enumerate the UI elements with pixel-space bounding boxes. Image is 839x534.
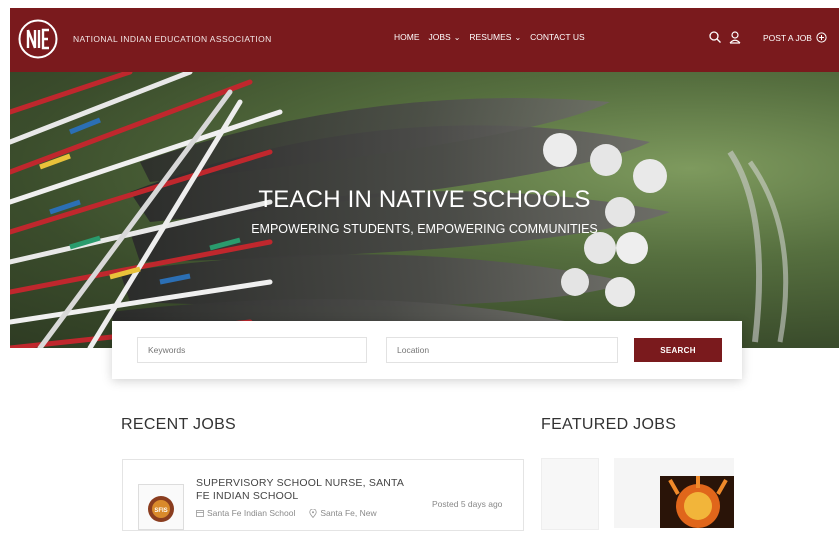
niea-logo-icon[interactable] bbox=[18, 19, 58, 59]
org-name[interactable]: NATIONAL INDIAN EDUCATION ASSOCIATION bbox=[73, 34, 272, 44]
hero-subtitle: EMPOWERING STUDENTS, EMPOWERING COMMUNIT… bbox=[251, 222, 598, 236]
nav-label: RESUMES bbox=[469, 32, 512, 42]
user-icon[interactable] bbox=[728, 30, 742, 44]
nav-label: JOBS bbox=[428, 32, 451, 42]
keywords-input[interactable] bbox=[137, 337, 367, 363]
search-button[interactable]: SEARCH bbox=[634, 338, 722, 362]
featured-jobs-title: FEATURED JOBS bbox=[541, 416, 677, 433]
job-title[interactable]: SUPERVISORY SCHOOL NURSE, SANTA FE INDIA… bbox=[196, 477, 416, 503]
featured-job-card[interactable] bbox=[614, 458, 734, 528]
nav-item-contact-us[interactable]: CONTACT US bbox=[530, 32, 584, 42]
location-pin-icon bbox=[309, 508, 317, 518]
location-input[interactable] bbox=[386, 337, 618, 363]
nav-item-resumes[interactable]: RESUMES ⌄ bbox=[469, 32, 521, 42]
site-header: NATIONAL INDIAN EDUCATION ASSOCIATION HO… bbox=[10, 8, 839, 72]
main-nav: HOME JOBS ⌄ RESUMES ⌄ CONTACT US bbox=[394, 32, 585, 42]
job-card[interactable]: SFIS SUPERVISORY SCHOOL NURSE, SANTA FE … bbox=[122, 459, 524, 531]
recent-jobs-title: RECENT JOBS bbox=[121, 416, 237, 433]
hero-banner: TEACH IN NATIVE SCHOOLS EMPOWERING STUDE… bbox=[10, 72, 839, 348]
sfis-logo-text: SFIS bbox=[154, 508, 167, 514]
post-job-button[interactable]: POST A JOB bbox=[763, 32, 827, 43]
plus-circle-icon bbox=[816, 32, 827, 43]
building-icon bbox=[196, 510, 204, 517]
chevron-down-icon: ⌄ bbox=[453, 32, 461, 42]
search-icon[interactable] bbox=[708, 30, 722, 44]
chevron-down-icon: ⌄ bbox=[514, 32, 522, 42]
job-search-form: SEARCH bbox=[112, 321, 742, 379]
nav-label: CONTACT US bbox=[530, 32, 585, 42]
post-job-label: POST A JOB bbox=[763, 32, 812, 43]
nav-label: HOME bbox=[394, 32, 420, 42]
featured-job-card[interactable] bbox=[541, 458, 599, 530]
nav-item-jobs[interactable]: JOBS ⌄ bbox=[429, 32, 461, 42]
nav-item-home[interactable]: HOME bbox=[394, 32, 420, 42]
featured-company-logo bbox=[660, 476, 734, 528]
job-posted-date: Posted 5 days ago bbox=[432, 499, 503, 509]
hero-title: TEACH IN NATIVE SCHOOLS bbox=[258, 186, 591, 213]
company-logo[interactable]: SFIS bbox=[138, 484, 184, 530]
sfis-logo-icon: SFIS bbox=[148, 496, 174, 522]
